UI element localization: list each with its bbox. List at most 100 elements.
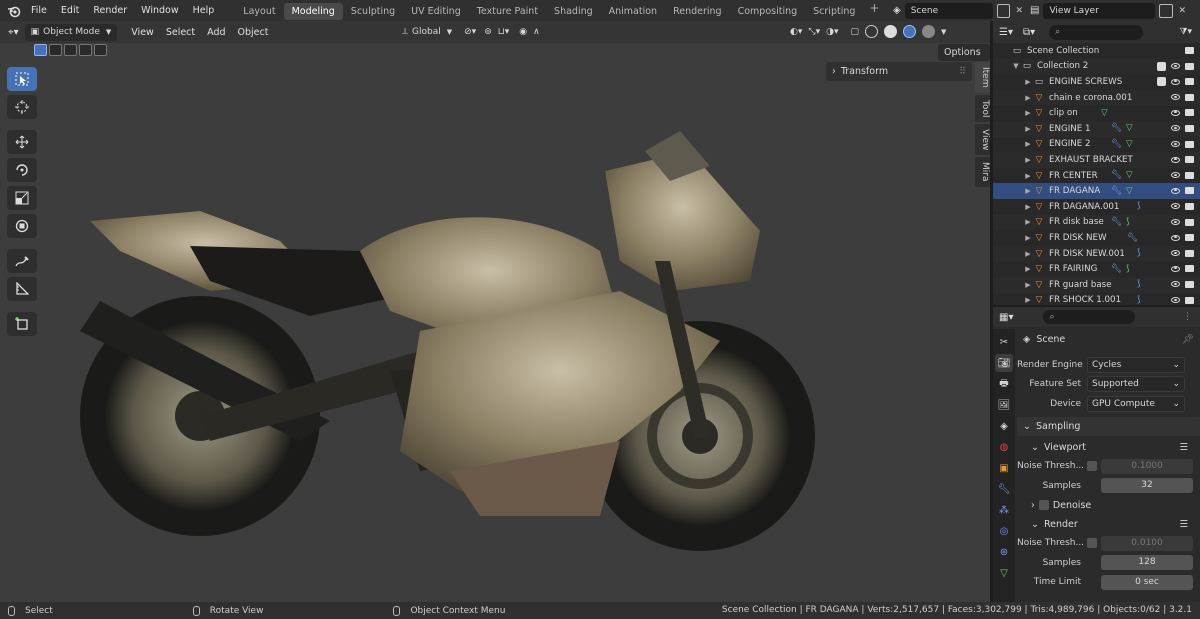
tab-texture-paint[interactable]: Texture Paint [469,3,546,20]
scene-name-field[interactable]: Scene [904,2,993,19]
chevron-right-icon[interactable]: ▶ [1023,125,1033,133]
chevron-right-icon[interactable]: ▶ [1023,218,1033,226]
denoise-subpanel-header[interactable]: › Denoise [1017,496,1200,515]
menu-object[interactable]: Object [232,27,275,38]
visibility-icon[interactable]: ◐▾ [790,27,802,37]
camera-icon[interactable] [1185,187,1194,195]
camera-icon[interactable] [1185,140,1194,148]
chevron-right-icon[interactable]: ▶ [1023,78,1033,86]
remove-view-layer-icon[interactable]: ✕ [1178,6,1186,16]
eye-icon[interactable] [1171,172,1180,179]
add-workspace-icon[interactable]: + [863,1,885,20]
eye-icon[interactable] [1171,63,1180,70]
render-subpanel-header[interactable]: ⌄ Render ☰ [1017,515,1200,534]
measure-tool[interactable] [7,277,37,301]
chevron-right-icon[interactable]: ▶ [1023,234,1033,242]
blender-logo-icon[interactable] [4,1,24,21]
new-view-layer-icon[interactable] [1159,3,1174,18]
view-layer-field[interactable]: View Layer [1043,2,1156,19]
material-shading-icon[interactable] [902,25,916,38]
viewport-samples-field[interactable]: 32 [1101,478,1193,494]
checkbox-icon[interactable] [1157,61,1166,71]
camera-icon[interactable] [1185,218,1194,226]
menu-render[interactable]: Render [86,0,134,21]
chevron-right-icon[interactable]: ▶ [1023,296,1033,304]
eye-icon[interactable] [1171,297,1180,303]
constraints-tab-icon[interactable]: ⊛ [995,543,1013,561]
noise-threshold-checkbox[interactable] [1087,461,1097,472]
cursor-tool[interactable] [7,95,37,119]
chevron-right-icon[interactable]: ▶ [1023,140,1033,148]
render-noise-field[interactable]: 0.0100 [1101,535,1193,551]
eye-icon[interactable] [1171,187,1180,194]
view-layer-selector[interactable]: ▤ View Layer ✕ [1030,2,1200,19]
render-tab-icon[interactable]: 📷︎ [995,354,1013,372]
annotate-tool[interactable] [7,249,37,273]
falloff-icon[interactable]: ∧ [533,27,540,37]
select-new-icon[interactable] [34,44,47,56]
camera-icon[interactable] [1185,156,1194,164]
eye-icon[interactable] [1171,109,1180,116]
tab-animation[interactable]: Animation [601,3,665,20]
list-presets-icon[interactable]: ☰ [1179,442,1188,453]
transform-tool[interactable] [7,214,37,238]
select-intersect-icon[interactable] [94,44,107,56]
denoise-checkbox[interactable] [1038,500,1049,510]
camera-icon[interactable] [1185,296,1194,304]
camera-icon[interactable] [1185,109,1194,117]
modifier-tab-icon[interactable]: 🔧︎ [995,480,1013,498]
camera-icon[interactable] [1185,124,1194,132]
add-cube-tool[interactable] [7,312,37,336]
tab-shading[interactable]: Shading [546,3,601,20]
move-tool[interactable] [7,130,37,154]
chevron-right-icon[interactable]: ▶ [1023,265,1033,273]
camera-icon[interactable] [1185,78,1194,86]
checkbox-icon[interactable] [1157,77,1166,87]
time-limit-field[interactable]: 0 sec [1101,574,1193,590]
pivot-icon[interactable]: ⊘▾ [464,27,476,37]
camera-icon[interactable] [1185,171,1194,179]
render-engine-dropdown[interactable]: Cycles ⌄ [1087,356,1185,373]
particles-tab-icon[interactable]: ⁂ [995,501,1013,519]
render-noise-checkbox[interactable] [1087,538,1097,549]
select-box-tool[interactable] [7,67,37,91]
camera-icon[interactable] [1185,234,1194,242]
chevron-right-icon[interactable]: ▶ [1023,156,1033,164]
list-item[interactable]: ▶ ▽ ENGINE 1 🔧︎ ▽ [993,120,1200,137]
select-extend-icon[interactable] [49,44,62,56]
list-item[interactable]: ▶ ▽ EXHAUST BRACKET [993,152,1200,168]
list-item[interactable]: ▶ ▽ FR DISK NEW.001 ⟆ [993,245,1200,262]
options-button[interactable]: Options ▾ [938,44,990,75]
display-mode-icon[interactable]: ⧉▾ [1023,27,1035,38]
editor-type-icon[interactable]: ☰▾ [999,27,1013,38]
chevron-right-icon[interactable]: ▶ [1023,281,1033,289]
scene-collection-row[interactable]: ▭ Scene Collection [993,43,1200,59]
camera-icon[interactable] [1185,47,1194,54]
chevron-right-icon[interactable]: ▶ [1023,94,1033,102]
scene-tab-icon[interactable]: ◈ [995,417,1013,435]
tab-layout[interactable]: Layout [235,3,283,20]
eye-icon[interactable] [1171,234,1180,241]
tab-sculpting[interactable]: Sculpting [343,3,403,20]
list-item[interactable]: ▶ ▽ chain e corona.001 [993,89,1200,106]
editor-type-icon[interactable]: ▦▾ [999,312,1013,323]
chevron-right-icon[interactable]: ▶ [1023,109,1033,117]
menu-edit[interactable]: Edit [54,0,86,21]
object-tab-icon[interactable]: ▣ [995,459,1013,477]
feature-set-dropdown[interactable]: Supported ⌄ [1087,376,1185,393]
scene-selector[interactable]: ◈ Scene ✕ [893,2,1023,19]
menu-view[interactable]: View [125,27,160,38]
select-subtract-icon[interactable] [64,44,77,56]
solid-shading-icon[interactable] [883,25,897,38]
list-item[interactable]: ▶ ▽ clip on ▽ [993,105,1200,121]
menu-select[interactable]: Select [160,27,201,38]
viewport-subpanel-header[interactable]: ⌄ Viewport ☰ [1017,438,1200,457]
collection-row[interactable]: ▼ ▭ Collection 2 [993,58,1200,75]
menu-add[interactable]: Add [201,27,231,38]
outliner-search-input[interactable]: ⌕ [1049,24,1144,40]
select-invert-icon[interactable] [79,44,92,56]
list-item[interactable]: ▶ ▽ FR DISK NEW 🔧︎ [993,230,1200,246]
chevron-right-icon[interactable]: ▶ [1023,187,1033,195]
list-presets-icon[interactable]: ☰ [1179,519,1188,530]
tab-view[interactable]: View [975,123,990,156]
